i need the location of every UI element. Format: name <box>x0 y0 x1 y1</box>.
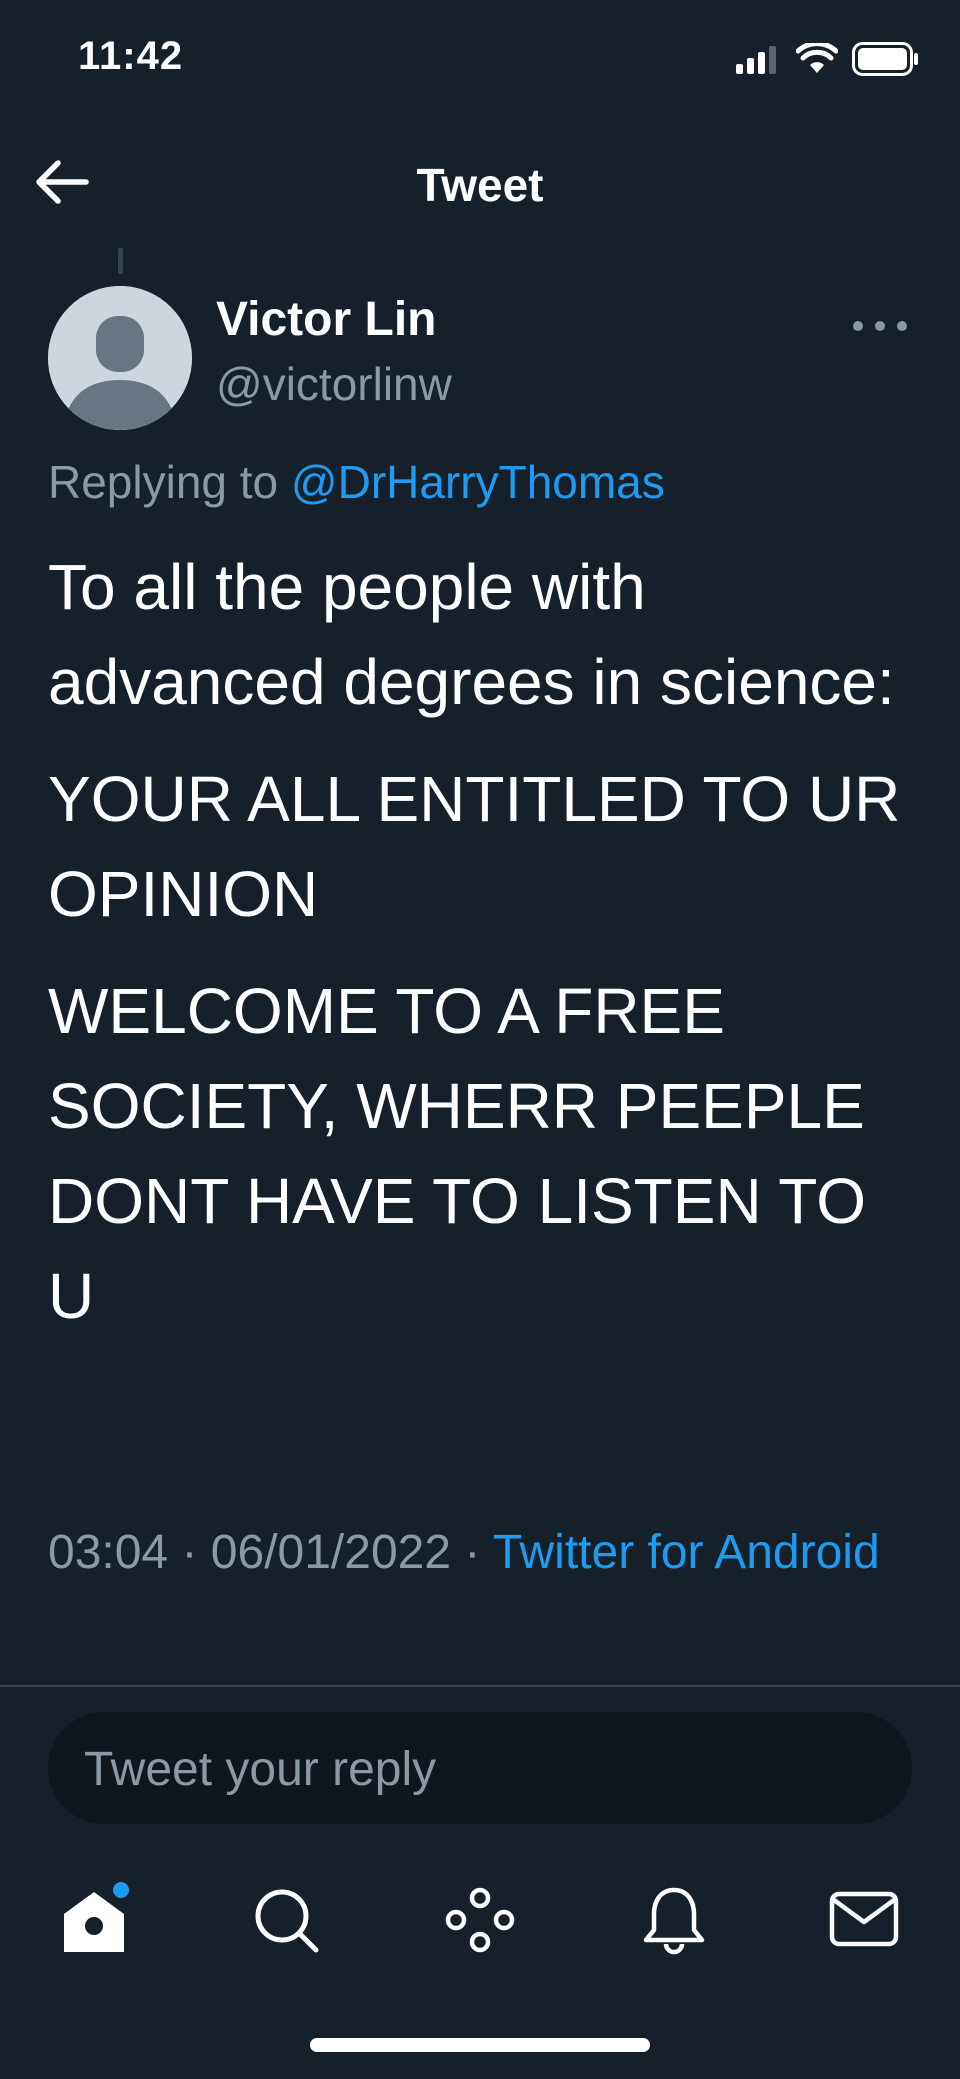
replying-to-mention[interactable]: @DrHarryThomas <box>291 456 665 508</box>
reply-input[interactable]: Tweet your reply <box>48 1712 912 1824</box>
tweet-text: To all the people with advanced degrees … <box>48 540 928 1344</box>
tweet-paragraph: WELCOME TO A FREE SOCIETY, WHERR PEEPLE … <box>48 975 866 1332</box>
home-icon <box>64 1882 129 1952</box>
home-indicator[interactable] <box>310 2038 650 2052</box>
tab-home[interactable] <box>56 1880 136 1960</box>
more-icon <box>853 321 907 331</box>
replying-to: Replying to @DrHarryThomas <box>48 455 665 509</box>
replying-prefix: Replying to <box>48 456 279 508</box>
meta-separator: · <box>181 1526 198 1579</box>
tweet-source-link[interactable]: Twitter for Android <box>493 1526 880 1579</box>
author-name[interactable]: Victor Lin <box>216 290 452 350</box>
status-bar: 11:42 <box>0 0 960 120</box>
tab-messages[interactable] <box>824 1880 904 1960</box>
author-info[interactable]: Victor Lin @victorlinw <box>216 290 452 414</box>
meta-separator: · <box>464 1526 481 1579</box>
more-options-button[interactable] <box>850 306 910 346</box>
wifi-icon <box>796 43 838 73</box>
default-profile-icon <box>48 286 192 430</box>
tab-notifications[interactable] <box>634 1880 714 1960</box>
page-title: Tweet <box>416 159 544 211</box>
cellular-signal-icon <box>736 46 776 74</box>
tweet-paragraph: YOUR ALL ENTITLED TO UR OPINION <box>48 763 901 930</box>
tweet-meta: 03:04 · 06/01/2022 · Twitter for Android <box>48 1518 908 1588</box>
bell-icon <box>643 1887 705 1955</box>
status-icons <box>736 42 920 76</box>
spaces-icon <box>445 1887 515 1953</box>
thread-connector-line <box>118 248 123 274</box>
reply-placeholder: Tweet your reply <box>84 1743 437 1796</box>
author-handle[interactable]: @victorlinw <box>216 354 452 414</box>
status-time: 11:42 <box>78 34 184 78</box>
search-icon <box>255 1889 319 1953</box>
mail-icon <box>829 1891 899 1947</box>
tab-spaces[interactable] <box>440 1880 520 1960</box>
tweet-paragraph: To all the people with advanced degrees … <box>48 551 895 718</box>
tweet-date: 06/01/2022 <box>210 1526 452 1579</box>
avatar[interactable] <box>48 286 192 430</box>
battery-icon <box>852 42 918 76</box>
tab-bar <box>0 1880 960 1960</box>
divider <box>0 1685 960 1687</box>
tweet-time: 03:04 <box>48 1526 169 1579</box>
nav-bar: Tweet <box>0 130 960 240</box>
tab-search[interactable] <box>246 1880 326 1960</box>
